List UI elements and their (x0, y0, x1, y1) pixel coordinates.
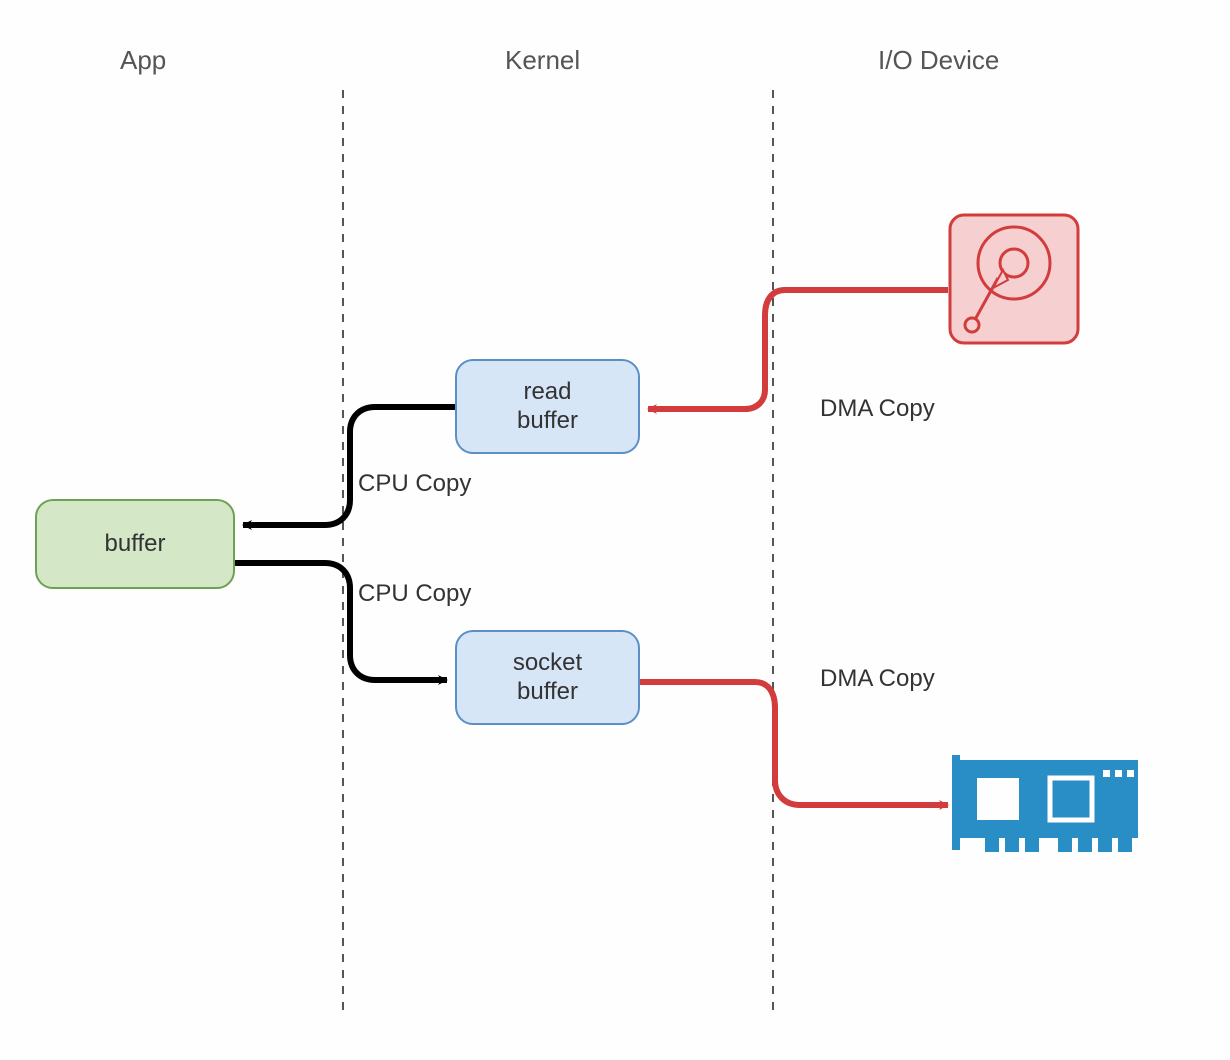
hard-disk-icon (950, 215, 1078, 343)
header-kernel: Kernel (505, 45, 580, 76)
arrow-socket-to-nic (640, 682, 948, 805)
socket-buffer-label: socketbuffer (513, 649, 582, 707)
read-buffer-box: readbuffer (455, 359, 640, 454)
cpu-copy-2-label: CPU Copy (358, 580, 471, 608)
arrow-disk-to-read (648, 290, 948, 409)
app-buffer-label: buffer (105, 530, 166, 559)
arrow-read-to-app (243, 407, 455, 525)
app-buffer-box: buffer (35, 499, 235, 589)
header-io-device: I/O Device (878, 45, 999, 76)
dma-copy-1-label: DMA Copy (820, 395, 935, 423)
read-buffer-label: readbuffer (517, 378, 578, 436)
cpu-copy-1-label: CPU Copy (358, 470, 471, 498)
header-app: App (120, 45, 166, 76)
socket-buffer-box: socketbuffer (455, 630, 640, 725)
network-card-icon (952, 755, 1138, 852)
dma-copy-2-label: DMA Copy (820, 665, 935, 693)
